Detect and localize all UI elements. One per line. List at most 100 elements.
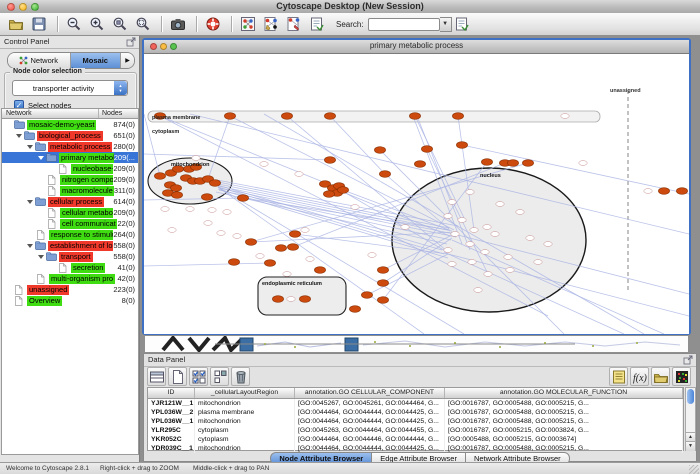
network-node-unselected[interactable] — [496, 202, 504, 207]
table-cell[interactable]: cytoplasm — [195, 426, 295, 435]
table-cell[interactable]: YPL036W__2 — [148, 408, 195, 417]
scrollbar-thumb[interactable] — [687, 389, 694, 404]
network-node-selected[interactable] — [658, 188, 669, 195]
expander-icon[interactable] — [27, 145, 33, 149]
network-node-unselected[interactable] — [186, 207, 194, 212]
table-cell[interactable]: YJR121W__1 — [148, 399, 195, 408]
tree-row[interactable]: secretion41(0) — [2, 262, 138, 273]
expander-icon[interactable] — [27, 244, 33, 248]
table-cell[interactable]: YLR295C — [148, 426, 195, 435]
network-node-selected[interactable] — [377, 280, 388, 287]
vizmapper-button[interactable] — [261, 15, 281, 34]
tree-row[interactable]: nucleobase-209(0) — [2, 163, 138, 174]
column-header[interactable]: annotation.GO CELLULAR_COMPONENT — [295, 388, 445, 398]
network-node-unselected[interactable] — [458, 218, 466, 223]
network-node-unselected[interactable] — [444, 248, 452, 253]
matrix-button[interactable] — [672, 367, 691, 386]
tree-row[interactable]: nitrogen compo209(0) — [2, 174, 138, 185]
network-node-unselected[interactable] — [208, 208, 216, 213]
network-node-selected[interactable] — [374, 147, 385, 154]
import-button[interactable] — [651, 367, 670, 386]
column-network[interactable]: Network — [2, 109, 99, 118]
open-folder-button[interactable] — [6, 15, 26, 34]
network-node-selected[interactable] — [245, 239, 256, 246]
network-node-unselected[interactable] — [161, 207, 169, 212]
network-node-selected[interactable] — [299, 296, 310, 303]
expander-icon[interactable] — [38, 156, 44, 160]
network-node-unselected[interactable] — [287, 297, 295, 302]
snapshot-button[interactable] — [168, 15, 188, 34]
new-doc-button[interactable] — [168, 367, 187, 386]
network-node-unselected[interactable] — [491, 232, 499, 237]
column-header[interactable]: annotation.GO MOLECULAR_FUNCTION — [445, 388, 683, 398]
table-row[interactable]: YPL036W__2plasma membrane[GO:0044464, GO… — [148, 408, 683, 417]
tree-row[interactable]: multi-organism pro42(0) — [2, 273, 138, 284]
network-node-unselected[interactable] — [516, 210, 524, 215]
network-node-unselected[interactable] — [204, 221, 212, 226]
tree-row[interactable]: mosaic-demo-yeast874(0) — [2, 119, 138, 130]
tree-row[interactable]: cellular process614(0) — [2, 196, 138, 207]
network-node-selected[interactable] — [414, 161, 425, 168]
network-node-unselected[interactable] — [306, 257, 314, 262]
network-node-selected[interactable] — [154, 173, 165, 180]
network-node-unselected[interactable] — [223, 210, 231, 215]
table-cell[interactable]: YPL036W__1 — [148, 417, 195, 426]
save-button[interactable] — [29, 15, 49, 34]
network-node-unselected[interactable] — [451, 232, 459, 237]
table-row[interactable]: YJR121W__1mitochondrion[GO:0045267, GO:0… — [148, 399, 683, 408]
help-ring-button[interactable] — [203, 15, 223, 34]
network-node-selected[interactable] — [409, 113, 420, 120]
node-color-dropdown[interactable]: transporter activity ▲▼ — [12, 80, 128, 96]
network-node-unselected[interactable] — [168, 228, 176, 233]
tree-row[interactable]: cellular metabol209(0) — [2, 207, 138, 218]
table-cell[interactable]: mitochondrion — [195, 399, 295, 408]
table-button[interactable] — [147, 367, 166, 386]
network-node-selected[interactable] — [201, 194, 212, 201]
network-node-selected[interactable] — [349, 306, 360, 313]
network-node-selected[interactable] — [228, 259, 239, 266]
tree-row[interactable]: response to stimulu264(0) — [2, 229, 138, 240]
tab-overflow-arrow[interactable]: ▶ — [121, 53, 134, 68]
network-node-selected[interactable] — [377, 297, 388, 304]
network-canvas[interactable]: plasma membrane cytoplasm mitochondrion … — [144, 54, 689, 334]
network-node-selected[interactable] — [237, 195, 248, 202]
tree-row[interactable]: primary metabol209(... — [2, 152, 138, 163]
table-cell[interactable]: [GO:0016787, GO:0005488, GO:0005215, G..… — [445, 399, 683, 408]
tree-row[interactable]: macromolecule311(0) — [2, 185, 138, 196]
table-cell[interactable]: cytoplasm — [195, 435, 295, 444]
table-row[interactable]: YLR295Ccytoplasm[GO:0045263, GO:0044464,… — [148, 426, 683, 435]
table-cell[interactable]: [GO:0016787, GO:0005488, GO:0005215, G..… — [445, 408, 683, 417]
table-cell[interactable]: [GO:0045267, GO:0045261, GO:0044464, G..… — [295, 399, 445, 408]
network-box-button[interactable] — [238, 15, 258, 34]
tree-row[interactable]: metabolic process280(0) — [2, 141, 138, 152]
network-node-unselected[interactable] — [401, 225, 409, 230]
attr-list-button[interactable] — [609, 367, 628, 386]
advanced-search-button[interactable] — [452, 15, 472, 34]
tree-row[interactable]: cell communicat22(0) — [2, 218, 138, 229]
network-node-unselected[interactable] — [448, 200, 456, 205]
network-node-selected[interactable] — [337, 187, 348, 194]
zoom-out-button[interactable] — [64, 15, 84, 34]
network-window-titlebar[interactable]: primary metabolic process — [144, 40, 689, 54]
network-node-selected[interactable] — [377, 267, 388, 274]
network-node-unselected[interactable] — [444, 214, 452, 219]
network-node-selected[interactable] — [171, 192, 182, 199]
resize-grip[interactable] — [689, 465, 699, 474]
network-node-selected[interactable] — [421, 146, 432, 153]
network-node-unselected[interactable] — [260, 162, 268, 167]
network-node-unselected[interactable] — [233, 234, 241, 239]
expander-icon[interactable] — [27, 200, 33, 204]
unselect-attr-button[interactable] — [210, 367, 229, 386]
network-node-unselected[interactable] — [644, 189, 652, 194]
network-node-unselected[interactable] — [526, 236, 534, 241]
network-node-unselected[interactable] — [470, 228, 478, 233]
column-header[interactable]: _cellularLayoutRegion — [195, 388, 295, 398]
network-node-unselected[interactable] — [448, 262, 456, 267]
float-panel-icon[interactable] — [126, 37, 136, 47]
table-cell[interactable]: [GO:0005488, GO:0005215, GO:0003674] — [445, 435, 683, 444]
network-node-unselected[interactable] — [301, 228, 309, 233]
network-node-selected[interactable] — [452, 113, 463, 120]
network-node-unselected[interactable] — [474, 288, 482, 293]
network-node-selected[interactable] — [323, 191, 334, 198]
network-node-unselected[interactable] — [534, 260, 542, 265]
